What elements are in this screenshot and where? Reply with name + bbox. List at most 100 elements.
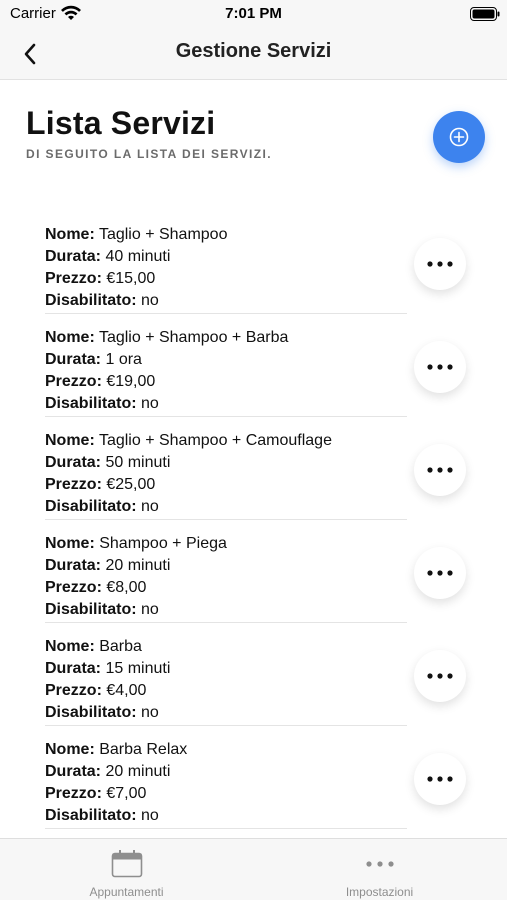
price-label: Prezzo: <box>45 476 102 493</box>
service-duration: 20 minuti <box>105 763 171 780</box>
name-label: Nome: <box>45 638 95 655</box>
service-disabled: no <box>141 292 159 309</box>
service-name-row: Nome: Taglio + Shampoo + Camouflage <box>45 430 407 452</box>
service-name: Taglio + Shampoo + Camouflage <box>98 432 332 449</box>
name-label: Nome: <box>45 741 95 758</box>
service-options-button[interactable] <box>414 444 466 496</box>
service-price: €15,00 <box>106 270 156 287</box>
service-disabled-row: Disabilitato: no <box>45 496 407 518</box>
service-item: Nome: Barba Relax Durata: 20 minuti Prez… <box>0 735 507 838</box>
more-horizontal-icon <box>427 364 453 370</box>
service-options-button[interactable] <box>414 238 466 290</box>
service-name: Barba <box>99 638 142 655</box>
service-price-row: Prezzo: €15,00 <box>45 268 407 290</box>
battery-icon <box>470 7 500 21</box>
service-duration: 15 minuti <box>105 660 171 677</box>
service-item: Nome: Taglio + Shampoo Durata: 40 minuti… <box>0 220 507 323</box>
service-disabled: no <box>141 395 159 412</box>
service-item: Nome: Shampoo + Piega Durata: 20 minuti … <box>0 529 507 632</box>
plus-circle-icon <box>449 127 469 147</box>
service-item: Nome: Barba Durata: 15 minuti Prezzo: €4… <box>0 632 507 735</box>
service-duration-row: Durata: 20 minuti <box>45 761 407 783</box>
navigation-bar: Gestione Servizi <box>0 28 507 80</box>
service-duration-row: Durata: 50 minuti <box>45 452 407 474</box>
service-price: €19,00 <box>106 373 156 390</box>
service-duration: 20 minuti <box>105 557 171 574</box>
service-name: Shampoo + Piega <box>99 535 227 552</box>
service-details: Nome: Taglio + Shampoo + Camouflage Dura… <box>45 430 407 520</box>
more-horizontal-icon <box>427 673 453 679</box>
service-item: Nome: Taglio + Shampoo + Barba Durata: 1… <box>0 323 507 426</box>
service-duration-row: Durata: 40 minuti <box>45 246 407 268</box>
service-name: Taglio + Shampoo <box>98 226 228 243</box>
service-disabled-row: Disabilitato: no <box>45 702 407 724</box>
disabled-label: Disabilitato: <box>45 395 137 412</box>
service-name-row: Nome: Taglio + Shampoo + Barba <box>45 327 407 349</box>
name-label: Nome: <box>45 329 95 346</box>
service-details: Nome: Taglio + Shampoo + Barba Durata: 1… <box>45 327 407 417</box>
duration-label: Durata: <box>45 248 102 265</box>
duration-label: Durata: <box>45 660 102 677</box>
service-disabled-row: Disabilitato: no <box>45 290 407 312</box>
service-name-row: Nome: Taglio + Shampoo <box>45 224 407 246</box>
service-options-button[interactable] <box>414 341 466 393</box>
service-details: Nome: Barba Durata: 15 minuti Prezzo: €4… <box>45 636 407 726</box>
duration-label: Durata: <box>45 351 102 368</box>
duration-label: Durata: <box>45 557 102 574</box>
service-disabled: no <box>141 498 159 515</box>
calendar-icon <box>110 849 144 879</box>
service-name-row: Nome: Barba <box>45 636 407 658</box>
service-disabled: no <box>141 601 159 618</box>
duration-label: Durata: <box>45 454 102 471</box>
service-list: Nome: Taglio + Shampoo Durata: 40 minuti… <box>0 220 507 838</box>
service-price-row: Prezzo: €8,00 <box>45 577 407 599</box>
service-details: Nome: Barba Relax Durata: 20 minuti Prez… <box>45 739 407 829</box>
name-label: Nome: <box>45 432 95 449</box>
service-details: Nome: Shampoo + Piega Durata: 20 minuti … <box>45 533 407 623</box>
service-name: Taglio + Shampoo + Barba <box>98 329 289 346</box>
price-label: Prezzo: <box>45 373 102 390</box>
service-price-row: Prezzo: €4,00 <box>45 680 407 702</box>
disabled-label: Disabilitato: <box>45 498 137 515</box>
more-horizontal-icon <box>427 776 453 782</box>
name-label: Nome: <box>45 535 95 552</box>
more-horizontal-icon <box>427 261 453 267</box>
price-label: Prezzo: <box>45 785 102 802</box>
service-options-button[interactable] <box>414 753 466 805</box>
service-price-row: Prezzo: €25,00 <box>45 474 407 496</box>
tab-impostazioni[interactable]: Impostazioni <box>253 839 506 900</box>
service-price: €8,00 <box>106 579 147 596</box>
service-duration: 1 ora <box>105 351 142 368</box>
service-disabled: no <box>141 704 159 721</box>
service-disabled-row: Disabilitato: no <box>45 393 407 415</box>
tab-appuntamenti[interactable]: Appuntamenti <box>0 839 253 900</box>
price-label: Prezzo: <box>45 579 102 596</box>
tab-bar: Appuntamenti Impostazioni <box>0 838 507 900</box>
disabled-label: Disabilitato: <box>45 292 137 309</box>
service-options-button[interactable] <box>414 650 466 702</box>
nav-title: Gestione Servizi <box>175 40 332 62</box>
service-name-row: Nome: Barba Relax <box>45 739 407 761</box>
disabled-label: Disabilitato: <box>45 601 137 618</box>
more-horizontal-icon <box>363 849 397 879</box>
price-label: Prezzo: <box>45 682 102 699</box>
service-price-row: Prezzo: €7,00 <box>45 783 407 805</box>
disabled-label: Disabilitato: <box>45 807 137 824</box>
service-price-row: Prezzo: €19,00 <box>45 371 407 393</box>
more-horizontal-icon <box>427 467 453 473</box>
more-horizontal-icon <box>427 570 453 576</box>
service-price: €7,00 <box>106 785 147 802</box>
status-time: 7:01 PM <box>225 5 282 22</box>
service-name-row: Nome: Shampoo + Piega <box>45 533 407 555</box>
disabled-label: Disabilitato: <box>45 704 137 721</box>
service-item: Nome: Taglio + Shampoo + Camouflage Dura… <box>0 426 507 529</box>
add-service-button[interactable] <box>433 111 485 163</box>
page-subtitle: DI SEGUITO LA LISTA DEI SERVIZI. <box>26 147 272 161</box>
tab-label: Appuntamenti <box>89 885 164 899</box>
service-options-button[interactable] <box>414 547 466 599</box>
tab-label: Impostazioni <box>345 885 414 899</box>
service-duration-row: Durata: 1 ora <box>45 349 407 371</box>
page-title: Lista Servizi <box>26 105 216 141</box>
service-duration-row: Durata: 20 minuti <box>45 555 407 577</box>
service-name: Barba Relax <box>99 741 188 758</box>
